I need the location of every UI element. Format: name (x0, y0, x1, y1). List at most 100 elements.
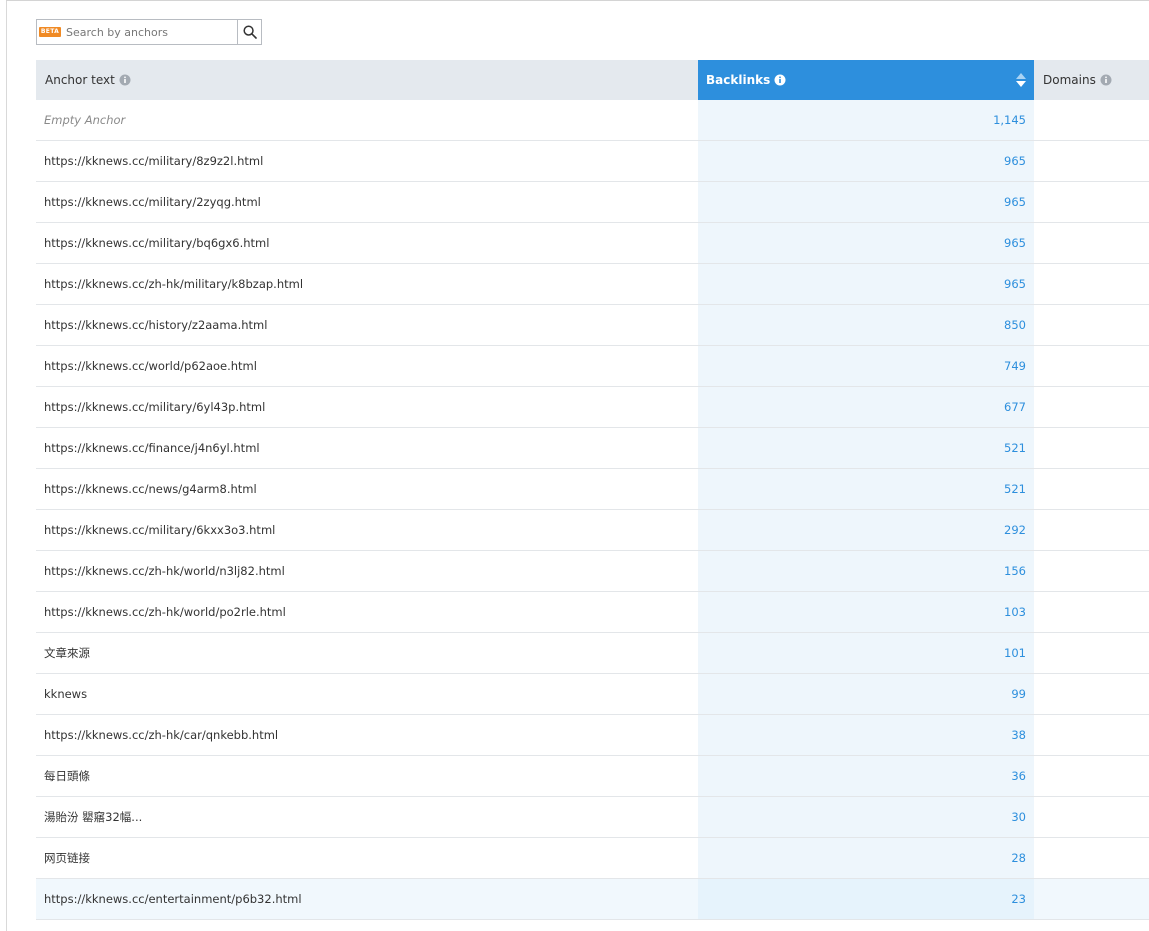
anchor-text-cell: https://kknews.cc/military/6yl43p.html (44, 400, 266, 414)
backlinks-cell: 156 (698, 551, 1034, 591)
domains-cell (1034, 797, 1149, 837)
anchor-text-cell: https://kknews.cc/military/bq6gx6.html (44, 236, 270, 250)
backlinks-cell: 103 (698, 592, 1034, 632)
domains-cell (1034, 510, 1149, 550)
backlinks-cell: 965 (698, 223, 1034, 263)
backlinks-cell: 23 (698, 879, 1034, 919)
backlinks-count-link[interactable]: 749 (1004, 359, 1026, 373)
backlinks-count-link[interactable]: 965 (1004, 277, 1026, 291)
column-header-anchor-text[interactable]: Anchor text (36, 60, 698, 100)
search-input[interactable] (66, 21, 236, 43)
anchor-text-cell: 文章來源 (44, 646, 90, 660)
backlinks-cell: 965 (698, 182, 1034, 222)
backlinks-cell: 99 (698, 674, 1034, 714)
top-divider (6, 0, 1149, 1)
domains-cell (1034, 592, 1149, 632)
domains-cell (1034, 305, 1149, 345)
column-header-label: Backlinks (706, 73, 771, 87)
column-header-label: Domains (1043, 73, 1096, 87)
column-header-backlinks[interactable]: Backlinks (698, 60, 1034, 100)
anchor-text-cell: https://kknews.cc/military/2zyqg.html (44, 195, 261, 209)
anchor-text-cell: kknews (44, 687, 88, 701)
backlinks-count-link[interactable]: 38 (1011, 728, 1026, 742)
domains-cell (1034, 100, 1149, 140)
backlinks-count-link[interactable]: 101 (1004, 646, 1026, 660)
backlinks-cell: 36 (698, 756, 1034, 796)
backlinks-cell: 30 (698, 797, 1034, 837)
backlinks-cell: 1,145 (698, 100, 1034, 140)
anchor-text-cell: https://kknews.cc/entertainment/p6b32.ht… (36, 879, 698, 919)
backlinks-cell: 28 (698, 838, 1034, 878)
table-row: 湯貽汾 罌窹32幅... 30 (36, 797, 1149, 838)
info-icon[interactable] (119, 74, 131, 86)
domains-cell (1034, 387, 1149, 427)
backlinks-count-link[interactable]: 965 (1004, 236, 1026, 250)
info-icon[interactable] (1100, 74, 1112, 86)
beta-badge: BETA (39, 27, 61, 37)
backlinks-count-link[interactable]: 521 (1004, 441, 1026, 455)
column-header-label: Anchor text (45, 73, 115, 87)
backlinks-count-link[interactable]: 521 (1004, 482, 1026, 496)
table-row: https://kknews.cc/zh-hk/world/po2rle.htm… (36, 592, 1149, 633)
domains-cell (1034, 182, 1149, 222)
backlinks-cell: 101 (698, 633, 1034, 673)
domains-cell (1034, 223, 1149, 263)
backlinks-count-link[interactable]: 99 (1011, 687, 1026, 701)
info-icon[interactable] (774, 74, 786, 86)
anchors-table: Anchor text Backlinks Domains Empty Anch… (36, 60, 1149, 920)
domains-cell (1034, 428, 1149, 468)
table-row: https://kknews.cc/zh-hk/military/k8bzap.… (36, 264, 1149, 305)
backlinks-cell: 850 (698, 305, 1034, 345)
table-row: https://kknews.cc/news/g4arm8.html 521 (36, 469, 1149, 510)
anchor-search-bar: BETA (36, 19, 262, 45)
backlinks-count-link[interactable]: 156 (1004, 564, 1026, 578)
backlinks-count-link[interactable]: 23 (1011, 892, 1026, 906)
domains-cell (1034, 141, 1149, 181)
table-row: https://kknews.cc/finance/j4n6yl.html 52… (36, 428, 1149, 469)
anchor-text-cell: https://kknews.cc/world/p62aoe.html (44, 359, 257, 373)
anchor-text-cell: https://kknews.cc/zh-hk/car/qnkebb.html (44, 728, 279, 742)
backlinks-count-link[interactable]: 965 (1004, 195, 1026, 209)
table-row: 文章來源 101 (36, 633, 1149, 674)
table-body: Empty Anchor 1,145 https://kknews.cc/mil… (36, 100, 1149, 920)
backlinks-cell: 38 (698, 715, 1034, 755)
backlinks-count-link[interactable]: 103 (1004, 605, 1026, 619)
anchor-text-cell: Empty Anchor (44, 113, 126, 127)
table-row: https://kknews.cc/history/z2aama.html 85… (36, 305, 1149, 346)
table-row: https://kknews.cc/zh-hk/world/n3lj82.htm… (36, 551, 1149, 592)
backlinks-cell: 749 (698, 346, 1034, 386)
backlinks-cell: 677 (698, 387, 1034, 427)
table-row: https://kknews.cc/military/2zyqg.html 96… (36, 182, 1149, 223)
backlinks-count-link[interactable]: 677 (1004, 400, 1026, 414)
anchor-text-cell: 湯貽汾 罌窹32幅... (44, 810, 143, 824)
table-row: kknews 99 (36, 674, 1149, 715)
search-button[interactable] (237, 19, 262, 45)
table-row: https://kknews.cc/military/8z9z2l.html 9… (36, 141, 1149, 182)
backlinks-count-link[interactable]: 850 (1004, 318, 1026, 332)
table-row: Empty Anchor 1,145 (36, 100, 1149, 141)
domains-cell (1034, 469, 1149, 509)
table-row: https://kknews.cc/military/bq6gx6.html 9… (36, 223, 1149, 264)
domains-cell (1034, 879, 1149, 919)
table-row-hovered: https://kknews.cc/entertainment/p6b32.ht… (36, 879, 1149, 920)
anchor-text-cell: 每日頭條 (44, 769, 90, 783)
domains-cell (1034, 264, 1149, 304)
backlinks-count-link[interactable]: 30 (1011, 810, 1026, 824)
backlinks-count-link[interactable]: 28 (1011, 851, 1026, 865)
backlinks-count-link[interactable]: 36 (1011, 769, 1026, 783)
backlinks-count-link[interactable]: 1,145 (993, 113, 1026, 127)
sort-icon[interactable] (1015, 72, 1027, 88)
domains-cell (1034, 838, 1149, 878)
backlinks-count-link[interactable]: 292 (1004, 523, 1026, 537)
column-header-domains[interactable]: Domains (1034, 60, 1149, 100)
domains-cell (1034, 346, 1149, 386)
anchor-text-cell: https://kknews.cc/zh-hk/world/n3lj82.htm… (44, 564, 285, 578)
backlinks-cell: 521 (698, 469, 1034, 509)
anchor-text-cell: https://kknews.cc/history/z2aama.html (44, 318, 268, 332)
anchor-text-cell: https://kknews.cc/zh-hk/military/k8bzap.… (44, 277, 304, 291)
backlinks-cell: 521 (698, 428, 1034, 468)
table-header: Anchor text Backlinks Domains (36, 60, 1149, 100)
search-box: BETA (36, 19, 237, 45)
backlinks-count-link[interactable]: 965 (1004, 154, 1026, 168)
table-row: 每日頭條 36 (36, 756, 1149, 797)
